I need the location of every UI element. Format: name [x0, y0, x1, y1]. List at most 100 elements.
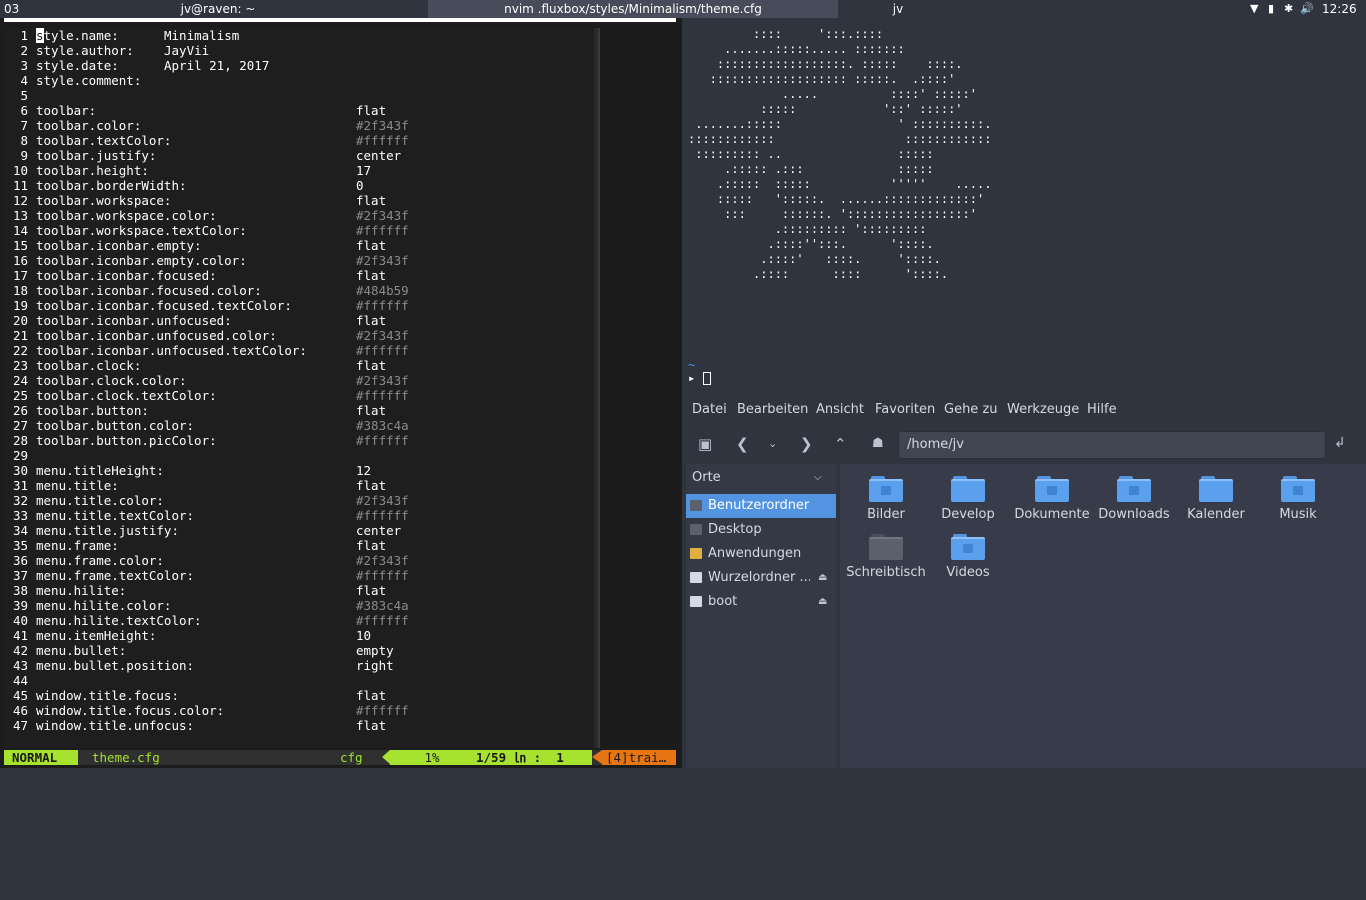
- code-line[interactable]: 8 toolbar.textColor: #ffffff: [4, 133, 594, 148]
- sidebar-item-boot[interactable]: boot ⏏: [686, 590, 836, 614]
- code-line[interactable]: 4 style.comment:: [4, 73, 594, 88]
- code-line[interactable]: 15 toolbar.iconbar.empty: flat: [4, 238, 594, 253]
- editor-buffer[interactable]: 1 style.name: Minimalism 2 style.author: JayV…: [4, 28, 594, 748]
- code-line[interactable]: 31 menu.title: flat: [4, 478, 594, 493]
- menu-datei[interactable]: Datei: [692, 394, 727, 426]
- home-icon[interactable]: ☗: [872, 435, 884, 453]
- sidebar-item-anwendungen[interactable]: Anwendungen: [686, 542, 836, 566]
- code-line[interactable]: 44: [4, 673, 594, 688]
- menu-favoriten[interactable]: Favoriten: [875, 394, 935, 426]
- config-value: right: [356, 658, 394, 673]
- code-line[interactable]: 28 toolbar.button.picColor: #ffffff: [4, 433, 594, 448]
- code-line[interactable]: 30 menu.titleHeight: 12: [4, 463, 594, 478]
- eject-icon[interactable]: ⏏: [818, 590, 827, 614]
- config-value: #2f343f: [356, 118, 409, 133]
- code-line[interactable]: 47 window.title.unfocus: flat: [4, 718, 594, 733]
- taskbar-item-terminal[interactable]: jv@raven: ~: [8, 0, 428, 18]
- sidebar-item-wurzelordner[interactable]: Wurzelordner ... ⏏: [686, 566, 836, 590]
- folder-item[interactable]: Musik: [1256, 476, 1340, 522]
- code-line[interactable]: 33 menu.title.textColor: #ffffff: [4, 508, 594, 523]
- nvim-terminal-window[interactable]: 1 style.name: Minimalism 2 style.author: JayV…: [0, 18, 682, 768]
- code-line[interactable]: 36 menu.frame.color: #2f343f: [4, 553, 594, 568]
- chevron-down-icon[interactable]: ⌵: [814, 472, 822, 483]
- file-icon-view[interactable]: Bilder Develop Dokumente Downloads Kalender M…: [840, 464, 1366, 768]
- back-icon[interactable]: ❮: [736, 435, 749, 453]
- battery-icon[interactable]: ▮: [1268, 0, 1274, 18]
- folder-item[interactable]: Schreibtisch: [844, 534, 928, 580]
- folder-item[interactable]: Downloads: [1092, 476, 1176, 522]
- code-line[interactable]: 29: [4, 448, 594, 463]
- code-line[interactable]: 43 menu.bullet.position: right: [4, 658, 594, 673]
- code-line[interactable]: 40 menu.hilite.textColor: #ffffff: [4, 613, 594, 628]
- statusline-filename: theme.cfg: [92, 750, 160, 765]
- config-key: menu.frame:: [36, 538, 119, 553]
- location-bar[interactable]: /home/jv: [898, 431, 1326, 459]
- folder-item[interactable]: Dokumente: [1010, 476, 1094, 522]
- folder-item[interactable]: Develop: [926, 476, 1010, 522]
- code-line[interactable]: 41 menu.itemHeight: 10: [4, 628, 594, 643]
- code-line[interactable]: 17 toolbar.iconbar.focused: flat: [4, 268, 594, 283]
- menu-gehe-zu[interactable]: Gehe zu: [944, 394, 998, 426]
- computer-icon[interactable]: ▣: [698, 435, 712, 453]
- code-line[interactable]: 13 toolbar.workspace.color: #2f343f: [4, 208, 594, 223]
- code-line[interactable]: 35 menu.frame: flat: [4, 538, 594, 553]
- menu-bearbeiten[interactable]: Bearbeiten: [737, 394, 808, 426]
- code-line[interactable]: 6 toolbar: flat: [4, 103, 594, 118]
- go-icon[interactable]: ↲: [1334, 435, 1346, 451]
- code-line[interactable]: 32 menu.title.color: #2f343f: [4, 493, 594, 508]
- code-line[interactable]: 14 toolbar.workspace.textColor: #ffffff: [4, 223, 594, 238]
- code-line[interactable]: 20 toolbar.iconbar.unfocused: flat: [4, 313, 594, 328]
- folder-item[interactable]: Bilder: [844, 476, 928, 522]
- code-line[interactable]: 7 toolbar.color: #2f343f: [4, 118, 594, 133]
- line-number: 34: [12, 523, 28, 538]
- terminal-cursor[interactable]: [703, 372, 711, 385]
- code-line[interactable]: 27 toolbar.button.color: #383c4a: [4, 418, 594, 433]
- code-line[interactable]: 22 toolbar.iconbar.unfocused.textColor: #f…: [4, 343, 594, 358]
- clock[interactable]: 12:26: [1322, 0, 1362, 18]
- line-number: 36: [12, 553, 28, 568]
- code-line[interactable]: 2 style.author: JayVii: [4, 43, 594, 58]
- code-line[interactable]: 45 window.title.focus: flat: [4, 688, 594, 703]
- code-line[interactable]: 21 toolbar.iconbar.unfocused.color: #2f343…: [4, 328, 594, 343]
- sidebar-header[interactable]: Orte: [692, 470, 721, 485]
- code-line[interactable]: 11 toolbar.borderWidth: 0: [4, 178, 594, 193]
- code-line[interactable]: 34 menu.title.justify: center: [4, 523, 594, 538]
- taskbar-item-nvim[interactable]: nvim .fluxbox/styles/Minimalism/theme.cf…: [428, 0, 838, 18]
- code-line[interactable]: 5: [4, 88, 594, 103]
- code-line[interactable]: 39 menu.hilite.color: #383c4a: [4, 598, 594, 613]
- code-line[interactable]: 42 menu.bullet: empty: [4, 643, 594, 658]
- code-line[interactable]: 38 menu.hilite: flat: [4, 583, 594, 598]
- sidebar-item-benutzerordner[interactable]: Benutzerordner: [686, 494, 836, 518]
- bluetooth-icon[interactable]: ✱: [1284, 0, 1293, 18]
- folder-item[interactable]: Videos: [926, 534, 1010, 580]
- code-line[interactable]: 37 menu.frame.textColor: #ffffff: [4, 568, 594, 583]
- folder-item[interactable]: Kalender: [1174, 476, 1258, 522]
- up-icon[interactable]: ⌃: [834, 435, 847, 453]
- sidebar-item-desktop[interactable]: Desktop: [686, 518, 836, 542]
- menu-werkzeuge[interactable]: Werkzeuge: [1007, 394, 1079, 426]
- history-dropdown-icon[interactable]: ⌄: [768, 435, 777, 453]
- forward-icon[interactable]: ❯: [800, 435, 813, 453]
- code-line[interactable]: 10 toolbar.height: 17: [4, 163, 594, 178]
- eject-icon[interactable]: ⏏: [818, 566, 827, 590]
- terminal-window[interactable]: :::: ':::.:::: .......:::::..... :::::::…: [686, 18, 1366, 390]
- code-line[interactable]: 25 toolbar.clock.textColor: #ffffff: [4, 388, 594, 403]
- code-line[interactable]: 12 toolbar.workspace: flat: [4, 193, 594, 208]
- menu-hilfe[interactable]: Hilfe: [1087, 394, 1117, 426]
- code-line[interactable]: 24 toolbar.clock.color: #2f343f: [4, 373, 594, 388]
- code-line[interactable]: 19 toolbar.iconbar.focused.textColor: #fff…: [4, 298, 594, 313]
- menu-ansicht[interactable]: Ansicht: [816, 394, 864, 426]
- config-value: #2f343f: [356, 208, 409, 223]
- code-line[interactable]: 16 toolbar.iconbar.empty.color: #2f343f: [4, 253, 594, 268]
- code-line[interactable]: 3 style.date: April 21, 2017: [4, 58, 594, 73]
- code-line[interactable]: 26 toolbar.button: flat: [4, 403, 594, 418]
- code-line[interactable]: 1 style.name: Minimalism: [4, 28, 594, 43]
- editor-side-pane[interactable]: [598, 28, 676, 748]
- wifi-icon[interactable]: ▼: [1250, 0, 1258, 18]
- volume-icon[interactable]: 🔊: [1300, 0, 1314, 18]
- code-line[interactable]: 46 window.title.focus.color: #ffffff: [4, 703, 594, 718]
- code-line[interactable]: 18 toolbar.iconbar.focused.color: #484b59: [4, 283, 594, 298]
- code-line[interactable]: 23 toolbar.clock: flat: [4, 358, 594, 373]
- code-line[interactable]: 9 toolbar.justify: center: [4, 148, 594, 163]
- taskbar-item-file-manager[interactable]: jv: [838, 0, 958, 18]
